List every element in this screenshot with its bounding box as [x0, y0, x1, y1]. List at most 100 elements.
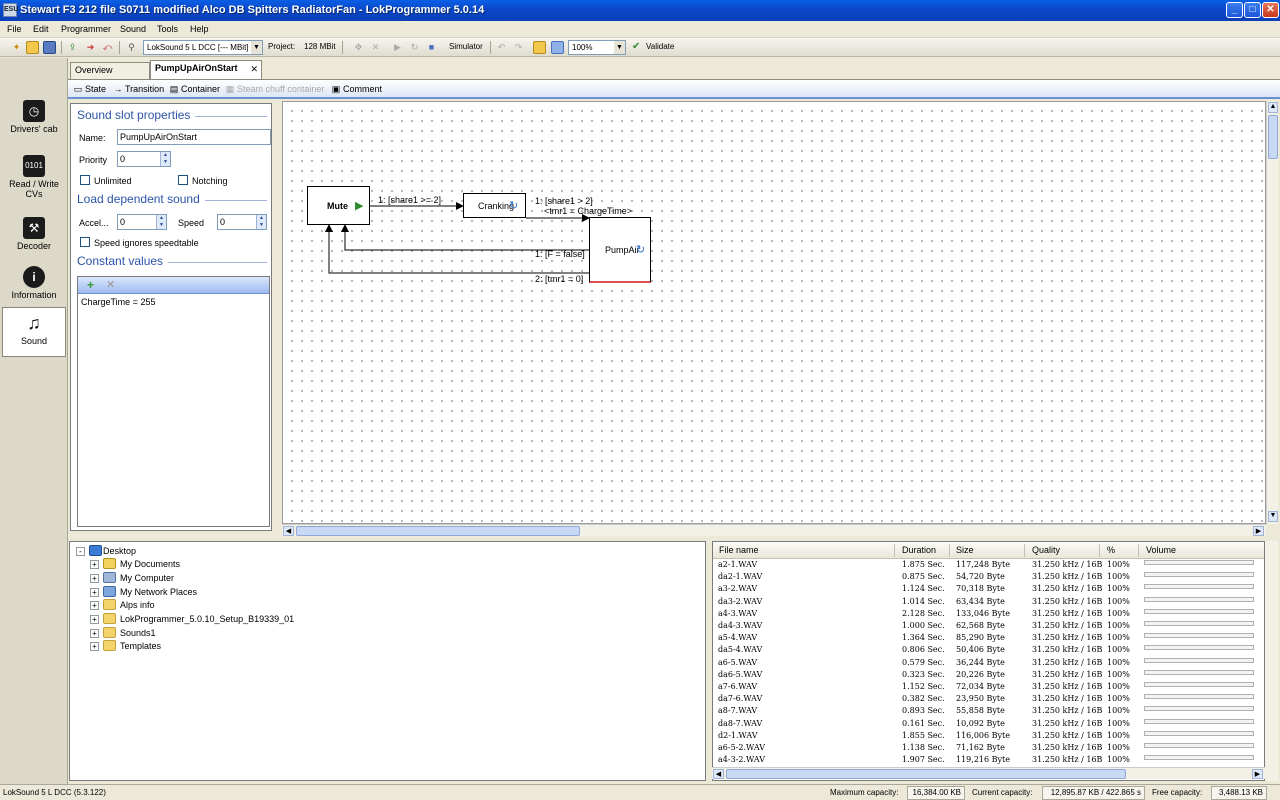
constant-entry[interactable]: ChargeTime = 255: [81, 297, 155, 307]
transition-label[interactable]: 1: [share1 >= 2]: [378, 195, 441, 205]
column-header-volume[interactable]: Volume: [1146, 545, 1176, 555]
table-row[interactable]: da2-1.WAV 0.875 Sec. 54,720 Byte 31.250 kHz…: [713, 571, 1264, 583]
volume-slider[interactable]: [1144, 645, 1254, 651]
menu-sound[interactable]: Sound: [120, 24, 146, 34]
nav-read-write-cvs[interactable]: 0101 Read / Write CVs: [2, 151, 66, 207]
canvas-horizontal-scrollbar[interactable]: ◀ ▶: [282, 524, 1266, 536]
paste-icon[interactable]: [551, 41, 564, 54]
volume-slider[interactable]: [1144, 657, 1254, 663]
write-decoder-icon[interactable]: ➜: [84, 41, 97, 54]
table-row[interactable]: a4-3.WAV 2.128 Sec. 133,046 Byte 31.250 kHz…: [713, 608, 1264, 620]
table-row[interactable]: a2-1.WAV 1.875 Sec. 117,248 Byte 31.250 kHz…: [713, 559, 1264, 571]
state-button[interactable]: ▭ State: [73, 84, 106, 95]
scrollbar-thumb[interactable]: [1268, 115, 1278, 159]
validate-button[interactable]: Validate: [646, 42, 674, 51]
volume-slider[interactable]: [1144, 718, 1254, 724]
nav-information[interactable]: i Information: [2, 262, 66, 310]
scrollbar-thumb[interactable]: [296, 526, 580, 536]
zoom-select[interactable]: 100% ▼: [568, 40, 626, 55]
unlimited-checkbox[interactable]: [80, 175, 90, 185]
expand-icon[interactable]: +: [90, 629, 99, 638]
add-icon[interactable]: +: [87, 278, 94, 292]
table-row[interactable]: a6-5-2.WAV 1.138 Sec. 71,162 Byte 31.250 kH…: [713, 742, 1264, 754]
volume-slider[interactable]: [1144, 572, 1254, 578]
save-icon[interactable]: [43, 41, 56, 54]
volume-slider[interactable]: [1144, 669, 1254, 675]
play-icon[interactable]: ▶: [391, 41, 404, 54]
comment-button[interactable]: ▣ Comment: [331, 84, 382, 95]
volume-slider[interactable]: [1144, 596, 1254, 602]
chevron-left-icon[interactable]: ◀: [713, 769, 724, 779]
state-pumpair[interactable]: PumpAir ↻: [589, 217, 651, 283]
menu-edit[interactable]: Edit: [33, 24, 49, 34]
column-divider[interactable]: [1099, 544, 1100, 557]
speed-stepper[interactable]: 0 ▲ ▼: [217, 214, 267, 230]
volume-slider[interactable]: [1144, 730, 1254, 736]
notching-checkbox[interactable]: [178, 175, 188, 185]
volume-slider[interactable]: [1144, 743, 1254, 748]
table-row[interactable]: da4-3.WAV 1.000 Sec. 62,568 Byte 31.250 kHz…: [713, 620, 1264, 632]
expand-icon[interactable]: +: [90, 642, 99, 651]
table-row[interactable]: da3-2.WAV 1.014 Sec. 63,434 Byte 31.250 kHz…: [713, 596, 1264, 608]
volume-slider[interactable]: [1144, 560, 1254, 565]
connect-icon[interactable]: ⚲: [125, 41, 138, 54]
volume-slider[interactable]: [1144, 621, 1254, 626]
column-header-file-name[interactable]: File name: [719, 545, 759, 555]
volume-slider[interactable]: [1144, 755, 1254, 761]
chevron-down-icon[interactable]: ▼: [156, 222, 166, 229]
column-header-quality[interactable]: Quality: [1032, 545, 1060, 555]
chevron-right-icon[interactable]: ▶: [1253, 526, 1264, 536]
chevron-left-icon[interactable]: ◀: [283, 526, 294, 536]
column-header-size[interactable]: Size: [956, 545, 974, 555]
collapse-icon[interactable]: -: [76, 547, 85, 556]
table-row[interactable]: a5-4.WAV 1.364 Sec. 85,290 Byte 31.250 kHz …: [713, 632, 1264, 644]
speed-ignores-speedtable-checkbox[interactable]: [80, 237, 90, 247]
file-list-vertical-scrollbar[interactable]: [1265, 541, 1278, 781]
table-row[interactable]: d2-1.WAV 1.855 Sec. 116,006 Byte 31.250 kHz…: [713, 730, 1264, 742]
chevron-right-icon[interactable]: ▶: [1252, 769, 1263, 779]
table-row[interactable]: a3-2.WAV 1.124 Sec. 70,318 Byte 31.250 kHz …: [713, 583, 1264, 595]
close-button[interactable]: ✕: [1262, 2, 1279, 18]
menu-programmer[interactable]: Programmer: [61, 24, 111, 34]
copy-icon[interactable]: [533, 41, 546, 54]
simulator-button[interactable]: Simulator: [449, 42, 483, 51]
move-icon[interactable]: ✥: [352, 41, 365, 54]
expand-icon[interactable]: +: [90, 574, 99, 583]
chevron-down-icon[interactable]: ▼: [256, 222, 266, 229]
minimize-button[interactable]: _: [1226, 2, 1243, 18]
scrollbar-thumb[interactable]: [726, 769, 1126, 779]
table-row[interactable]: a7-6.WAV 1.152 Sec. 72,034 Byte 31.250 kHz …: [713, 681, 1264, 693]
table-row[interactable]: a6-5.WAV 0.579 Sec. 36,244 Byte 31.250 kHz …: [713, 657, 1264, 669]
loop-icon[interactable]: ↻: [408, 41, 421, 54]
new-file-icon[interactable]: ✦: [10, 41, 23, 54]
undo-icon[interactable]: ↶: [495, 41, 508, 54]
transition-label[interactable]: 1: [F = false]: [535, 249, 585, 259]
accel-stepper[interactable]: 0 ▲ ▼: [117, 214, 167, 230]
menu-file[interactable]: File: [7, 24, 22, 34]
name-field[interactable]: PumpUpAirOnStart: [117, 129, 271, 145]
transition-label[interactable]: <tmr1 = ChargeTime>: [544, 206, 632, 216]
chevron-down-icon[interactable]: ▼: [1268, 511, 1278, 522]
tab-pumpupaironstart[interactable]: PumpUpAirOnStart ✕: [150, 60, 262, 79]
column-divider[interactable]: [894, 544, 895, 557]
transition-label[interactable]: 1: [share1 > 2]: [535, 196, 593, 206]
chevron-down-icon[interactable]: ▼: [160, 159, 170, 166]
expand-icon[interactable]: +: [90, 601, 99, 610]
state-cranking[interactable]: Cranking ↻: [463, 193, 526, 218]
expand-icon[interactable]: +: [90, 588, 99, 597]
nav-drivers-cab[interactable]: ◷ Drivers' cab: [2, 96, 66, 144]
read-decoder-icon[interactable]: ⤺: [101, 41, 114, 54]
table-row[interactable]: da8-7.WAV 0.161 Sec. 10,092 Byte 31.250 kHz…: [713, 718, 1264, 730]
transition-pumpair-mute-1[interactable]: [341, 224, 589, 251]
tab-overview[interactable]: Overview: [70, 62, 150, 79]
volume-slider[interactable]: [1144, 633, 1254, 639]
maximize-button[interactable]: □: [1244, 2, 1261, 18]
canvas-vertical-scrollbar[interactable]: ▲ ▼: [1266, 101, 1278, 524]
state-mute[interactable]: Mute ▶: [307, 186, 370, 225]
column-divider[interactable]: [949, 544, 950, 557]
expand-icon[interactable]: +: [90, 615, 99, 624]
column-divider[interactable]: [1024, 544, 1025, 557]
volume-slider[interactable]: [1144, 682, 1254, 687]
chevron-up-icon[interactable]: ▲: [1268, 102, 1278, 113]
column-header-percent[interactable]: %: [1107, 545, 1115, 555]
